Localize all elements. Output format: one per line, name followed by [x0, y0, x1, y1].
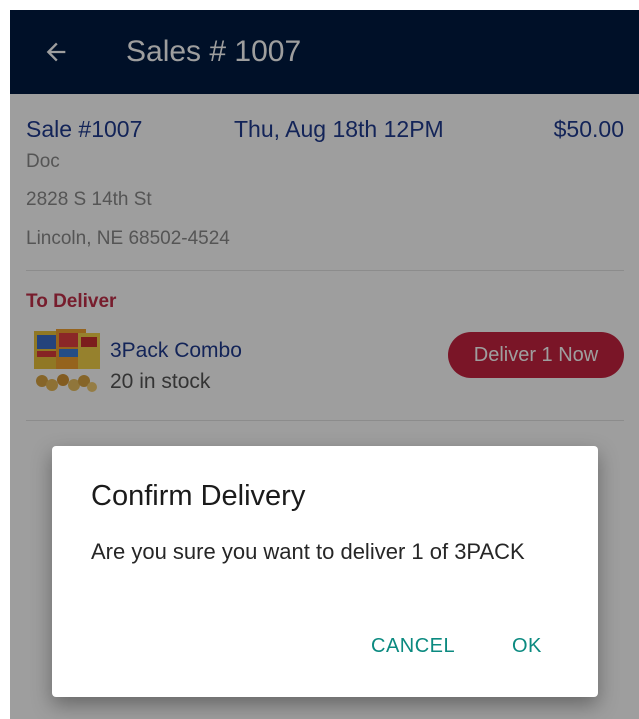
app-screen: Sales # 1007 Sale #1007 Thu, Aug 18th 12…: [10, 10, 639, 719]
dialog-title: Confirm Delivery: [91, 480, 306, 512]
confirm-delivery-dialog: Confirm Delivery Are you sure you want t…: [52, 446, 598, 697]
ok-button[interactable]: OK: [512, 635, 542, 658]
dialog-message: Are you sure you want to deliver 1 of 3P…: [91, 539, 525, 564]
cancel-button[interactable]: CANCEL: [371, 635, 455, 658]
